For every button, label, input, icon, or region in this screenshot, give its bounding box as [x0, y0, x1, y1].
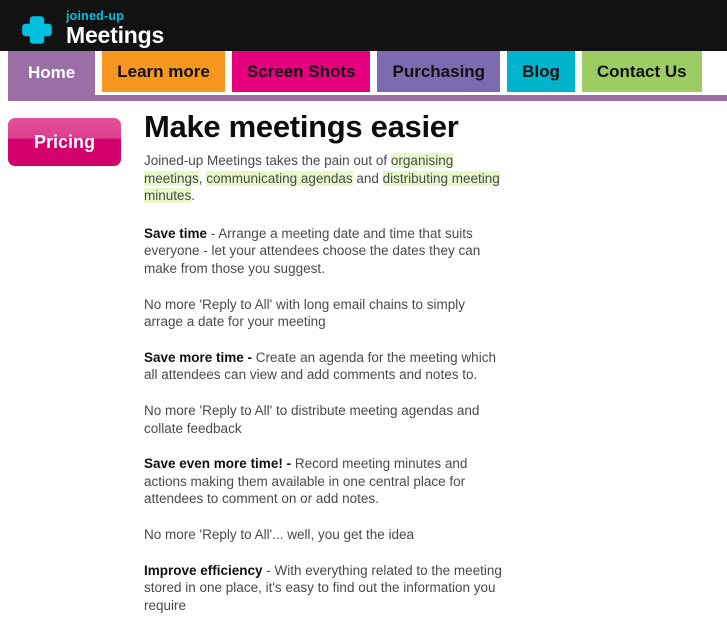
- nav-tab-learn-more[interactable]: Learn more: [102, 51, 225, 92]
- highlight-communicating-agendas: communicating agendas: [206, 170, 353, 186]
- content-sections: Save time - Arrange a meeting date and t…: [144, 225, 504, 615]
- logo-tagline: joined-up: [66, 9, 125, 23]
- cross-plus-icon: [22, 15, 52, 45]
- nav-tab-blog[interactable]: Blog: [507, 51, 575, 92]
- paragraph-body: No more 'Reply to All' with long email c…: [144, 296, 466, 330]
- intro-paragraph: Joined-up Meetings takes the pain out of…: [144, 152, 504, 205]
- nav-tab-home[interactable]: Home: [8, 51, 96, 95]
- sidebar: Pricing: [8, 118, 124, 166]
- intro-text-4: .: [191, 188, 196, 204]
- site-logo[interactable]: joined-up Meetings: [22, 6, 242, 47]
- nav-tab-purchasing[interactable]: Purchasing: [377, 51, 501, 92]
- main-content: Make meetings easier Joined-up Meetings …: [144, 100, 504, 632]
- nav-list: Home Learn more Screen Shots Purchasing Blog…: [8, 51, 727, 95]
- content-paragraph: Improve efficiency - With everything rel…: [144, 562, 504, 615]
- logo-text: joined-up Meetings: [66, 6, 164, 47]
- pricing-button[interactable]: Pricing: [8, 118, 121, 166]
- content-paragraph: Save even more time! - Record meeting mi…: [144, 455, 504, 508]
- site-header: joined-up Meetings: [0, 0, 727, 51]
- page-title: Make meetings easier: [144, 109, 459, 144]
- paragraph-body: No more 'Reply to All' to distribute mee…: [144, 402, 480, 436]
- main-navigation: Home Learn more Screen Shots Purchasing Blog…: [0, 51, 727, 101]
- content-paragraph: No more 'Reply to All'... well, you get …: [144, 526, 504, 544]
- content-paragraph: No more 'Reply to All' to distribute mee…: [144, 402, 504, 437]
- content-paragraph: Save more time - Create an agenda for th…: [144, 349, 504, 384]
- content-paragraph: Save time - Arrange a meeting date and t…: [144, 225, 504, 278]
- paragraph-lead: Save time: [144, 225, 208, 241]
- page-body: Pricing Make meetings easier Joined-up M…: [0, 100, 727, 613]
- logo-name: Meetings: [66, 22, 165, 48]
- content-paragraph: No more 'Reply to All' with long email c…: [144, 296, 504, 331]
- nav-tab-screen-shots[interactable]: Screen Shots: [231, 51, 371, 92]
- intro-text-3: and: [352, 170, 383, 186]
- paragraph-body: No more 'Reply to All'... well, you get …: [144, 526, 415, 542]
- paragraph-lead: Save more time -: [144, 349, 253, 365]
- intro-text-1: Joined-up Meetings takes the pain out of: [144, 153, 391, 168]
- paragraph-lead: Improve efficiency: [144, 562, 263, 578]
- nav-tab-contact-us[interactable]: Contact Us: [581, 51, 702, 92]
- paragraph-lead: Save even more time! -: [144, 456, 292, 472]
